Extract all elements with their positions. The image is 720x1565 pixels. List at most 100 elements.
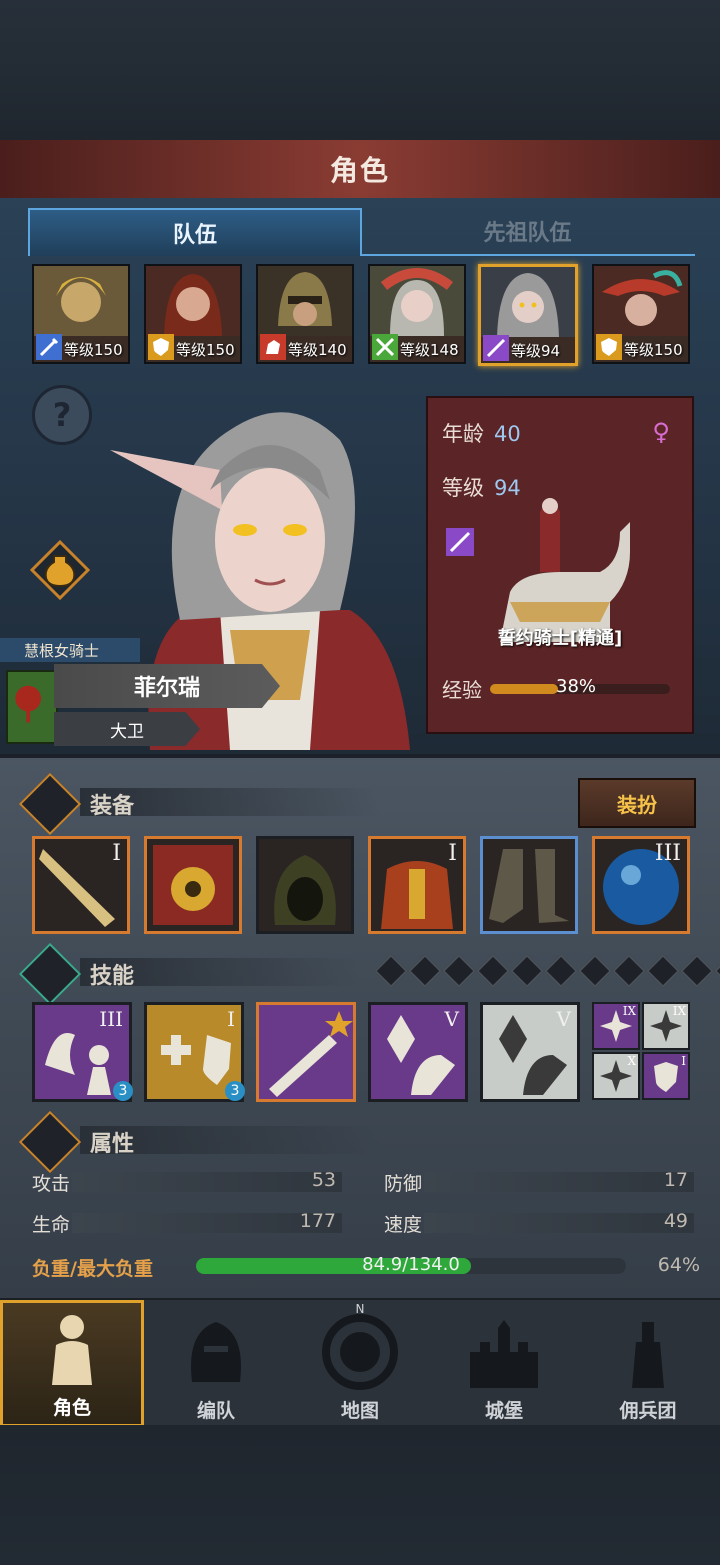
defense-label: 防御 bbox=[384, 1173, 423, 1195]
hero-card-6[interactable]: 等级150 bbox=[592, 264, 690, 364]
nav-mercenary[interactable]: 佣兵团 bbox=[576, 1300, 720, 1427]
nav-label: 地图 bbox=[340, 1400, 379, 1422]
carry-percent: 64% bbox=[657, 1254, 700, 1276]
tier-label: III bbox=[654, 841, 681, 866]
class-name: 誓约骑士[精通] bbox=[497, 628, 623, 649]
orb-slot[interactable]: III bbox=[592, 836, 690, 934]
nav-label: 角色 bbox=[52, 1397, 91, 1419]
hero-card-2[interactable]: 等级150 bbox=[144, 264, 242, 364]
tab-ancestor-team[interactable]: 先祖队伍 bbox=[360, 208, 695, 256]
skill-point-diamond bbox=[646, 954, 680, 988]
armor-slot[interactable]: I bbox=[368, 836, 466, 934]
tab-team[interactable]: 队伍 bbox=[28, 208, 362, 256]
hero-level: 等级140 bbox=[288, 341, 347, 359]
hero-card-3[interactable]: 等级140 bbox=[256, 264, 354, 364]
attributes-label: 属性 bbox=[90, 1132, 135, 1157]
skills-label: 技能 bbox=[90, 964, 135, 989]
skill-crystal-guard[interactable]: V bbox=[480, 1002, 580, 1102]
potion-button[interactable] bbox=[30, 540, 90, 600]
helmet-slot[interactable] bbox=[256, 836, 354, 934]
skill-level-badge: 3 bbox=[113, 1081, 133, 1101]
skill-point-diamond bbox=[442, 954, 476, 988]
tier-label: I bbox=[112, 841, 121, 866]
skill-point-diamond bbox=[476, 954, 510, 988]
attack-label: 攻击 bbox=[32, 1173, 71, 1195]
helmet-icon bbox=[191, 1322, 241, 1382]
nav-formation[interactable]: 编队 bbox=[144, 1300, 288, 1427]
skill-level-badge: 3 bbox=[225, 1081, 245, 1101]
tier-label: IX bbox=[672, 1004, 686, 1018]
tier-label: I bbox=[681, 1054, 686, 1068]
tier-label: III bbox=[99, 1007, 123, 1031]
compass-icon bbox=[322, 1314, 398, 1390]
skill-point-diamond bbox=[578, 954, 612, 988]
nav-label: 编队 bbox=[196, 1400, 235, 1422]
hero-roster: 等级150 等级150 等级140 等级148 等级94 等级150 bbox=[32, 264, 692, 366]
skill-point-diamond bbox=[408, 954, 442, 988]
tier-label: V bbox=[444, 1007, 459, 1031]
age-row: 年龄 40 bbox=[442, 418, 521, 448]
top-background bbox=[0, 0, 720, 140]
hero-level: 等级150 bbox=[64, 341, 123, 359]
speed-label: 速度 bbox=[384, 1214, 423, 1236]
question-icon: ? bbox=[52, 396, 72, 434]
hero-level: 等级94 bbox=[511, 342, 561, 360]
hero-level: 等级148 bbox=[400, 341, 459, 359]
defense-value: 17 bbox=[663, 1169, 688, 1191]
knight-icon bbox=[52, 1315, 92, 1385]
character-subtitle: 大卫 bbox=[54, 712, 200, 746]
passive-skill-3[interactable]: X bbox=[592, 1052, 640, 1100]
exp-row: 经验 38% bbox=[442, 674, 670, 703]
hero-card-5[interactable]: 等级94 bbox=[478, 264, 578, 366]
info-card: 年龄 40 ♀ 等级 94 誓约骑士[精通] 经验 38% bbox=[426, 396, 694, 734]
carry-label: 负重/最大负重 bbox=[32, 1258, 153, 1280]
hero-level: 等级150 bbox=[624, 341, 683, 359]
hero-level: 等级150 bbox=[176, 341, 235, 359]
weapon-slot[interactable]: I bbox=[32, 836, 130, 934]
tier-label: V bbox=[556, 1007, 571, 1031]
passive-skill-4[interactable]: I bbox=[642, 1052, 690, 1100]
level-label: 等级 bbox=[442, 476, 484, 500]
attack-value: 53 bbox=[311, 1169, 336, 1191]
shield-slot[interactable] bbox=[144, 836, 242, 934]
tier-label: X bbox=[627, 1054, 636, 1068]
nav-label: 城堡 bbox=[484, 1400, 523, 1422]
skill-point-diamond bbox=[374, 954, 408, 988]
class-lance-icon bbox=[446, 528, 474, 556]
skill-points bbox=[374, 954, 720, 988]
tier-label: I bbox=[448, 841, 457, 866]
hero-card-4[interactable]: 等级148 bbox=[368, 264, 466, 364]
help-button[interactable]: ? bbox=[32, 385, 92, 445]
tier-label: IX bbox=[622, 1004, 636, 1018]
skill-point-diamond bbox=[714, 954, 720, 988]
hero-card-1[interactable]: 等级150 bbox=[32, 264, 130, 364]
bottom-nav: 角色 编队 N 地图 城堡 佣兵团 bbox=[0, 1298, 720, 1427]
compass-north-label: N bbox=[355, 1302, 365, 1316]
skill-point-diamond bbox=[544, 954, 578, 988]
nav-map[interactable]: N 地图 bbox=[288, 1300, 432, 1427]
skill-point-diamond bbox=[510, 954, 544, 988]
age-value: 40 bbox=[494, 422, 521, 446]
character-title-ribbon: 慧根女骑士 bbox=[0, 638, 140, 662]
title-bar: 角色 bbox=[0, 140, 720, 200]
exp-percent: 38% bbox=[556, 675, 597, 697]
passive-skill-2[interactable]: IX bbox=[642, 1002, 690, 1050]
skill-heal-aura[interactable]: III 3 bbox=[32, 1002, 133, 1102]
skill-crystal-strike[interactable]: V bbox=[368, 1002, 468, 1102]
outfit-button[interactable]: 装扮 bbox=[578, 778, 696, 828]
skill-point-diamond bbox=[680, 954, 714, 988]
carry-value: 84.9/134.0 bbox=[362, 1254, 460, 1275]
nav-character[interactable]: 角色 bbox=[0, 1300, 144, 1427]
nav-castle[interactable]: 城堡 bbox=[432, 1300, 576, 1427]
exp-bar-fill bbox=[490, 683, 559, 694]
passive-skill-1[interactable]: IX bbox=[592, 1002, 640, 1050]
bottom-background bbox=[0, 1425, 720, 1565]
character-title: 慧根女骑士 bbox=[24, 641, 100, 660]
house-banner-icon bbox=[6, 670, 58, 744]
skill-shield-heal[interactable]: I 3 bbox=[144, 1002, 245, 1102]
tier-label: I bbox=[227, 1007, 235, 1031]
boots-slot[interactable] bbox=[480, 836, 578, 934]
skill-charge[interactable] bbox=[256, 1002, 356, 1102]
equipment-label: 装备 bbox=[90, 794, 135, 819]
exp-label: 经验 bbox=[442, 678, 482, 702]
